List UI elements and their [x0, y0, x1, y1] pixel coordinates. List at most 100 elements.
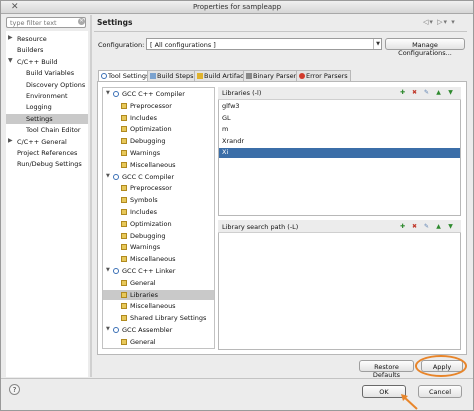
restore-defaults-button[interactable]: Restore Defaults	[359, 360, 414, 379]
properties-dialog: ✕ Properties for sampleapp ✕ ▶ Resource Bu…	[0, 0, 474, 411]
filter-input[interactable]	[6, 17, 86, 28]
move-path-down-icon[interactable]: ▼	[447, 223, 454, 230]
tool-node-label: Debugging	[130, 137, 166, 146]
tool-node-label: Optimization	[130, 219, 172, 228]
move-up-icon[interactable]: ▲	[435, 89, 442, 96]
move-path-up-icon[interactable]: ▲	[435, 223, 442, 230]
expanded-triangle-icon[interactable]: ▼	[106, 267, 110, 273]
option-icon	[121, 102, 127, 109]
page-title: Settings	[97, 18, 133, 27]
nav-item-label: Discovery Options	[26, 80, 86, 89]
error-icon	[299, 73, 305, 79]
clear-filter-icon[interactable]: ✕	[78, 18, 85, 25]
option-icon	[121, 338, 127, 345]
expanded-triangle-icon[interactable]: ▼	[106, 326, 110, 332]
option-node[interactable]: General	[103, 278, 214, 288]
delete-path-icon[interactable]: ✖	[411, 223, 418, 230]
collapsed-triangle-icon[interactable]: ▶	[8, 137, 13, 144]
nav-item[interactable]: Builders	[6, 45, 88, 55]
option-icon	[121, 150, 127, 156]
library-item[interactable]: GL	[219, 114, 460, 124]
option-icon	[121, 279, 127, 286]
nav-item-label: Environment	[26, 92, 68, 100]
tab-label: Build Artifact	[204, 72, 247, 80]
tab-error-parsers[interactable]: Error Parsers	[296, 70, 351, 81]
chevron-down-icon[interactable]: ▼	[373, 39, 382, 49]
option-node[interactable]: Optimization	[103, 219, 214, 229]
tab-build-artifact[interactable]: Build Artifact	[194, 70, 250, 81]
nav-item[interactable]: Logging	[6, 102, 88, 112]
expanded-triangle-icon[interactable]: ▼	[106, 173, 110, 179]
library-item[interactable]: Xrandr	[219, 137, 460, 147]
option-icon	[121, 185, 127, 192]
option-icon	[121, 126, 127, 133]
nav-item[interactable]: Settings	[6, 113, 88, 124]
tool-node[interactable]: ▼ GCC Assembler	[103, 325, 214, 335]
tab-build-steps[interactable]: Build Steps	[147, 70, 197, 81]
library-item[interactable]: m	[219, 125, 460, 135]
option-node[interactable]: Warnings	[103, 242, 214, 252]
library-item[interactable]: glfw3	[219, 102, 460, 112]
option-node[interactable]: Miscellaneous	[103, 301, 214, 311]
nav-item[interactable]: Project References	[6, 148, 88, 158]
tool-node-label: General	[130, 278, 156, 287]
expanded-triangle-icon[interactable]: ▼	[8, 57, 13, 64]
help-icon[interactable]: ?	[9, 384, 20, 395]
tool-node[interactable]: ▼ GCC C++ Linker	[103, 266, 214, 276]
nav-item-label: Resource	[17, 35, 47, 43]
tool-node-label: Preprocessor	[130, 101, 172, 110]
history-nav-icons[interactable]: ◁▾ ▷▾ ▾	[423, 18, 456, 26]
expanded-triangle-icon[interactable]: ▼	[106, 90, 110, 96]
option-node[interactable]: Miscellaneous	[103, 160, 214, 170]
tab-binary-parsers[interactable]: Binary Parsers	[243, 70, 303, 81]
option-node[interactable]: Warnings	[103, 148, 214, 158]
tool-node[interactable]: ▼ GCC C++ Compiler	[103, 89, 214, 99]
title-bar: ✕ Properties for sampleapp	[1, 1, 473, 14]
option-node[interactable]: Preprocessor	[103, 183, 214, 193]
nav-item-label: Logging	[26, 103, 52, 112]
nav-item[interactable]: ▼ C/C++ Build	[6, 57, 88, 67]
gear-icon	[113, 327, 119, 333]
option-node[interactable]: Includes	[103, 113, 214, 123]
nav-item[interactable]: Environment	[6, 91, 88, 101]
nav-item[interactable]: ▶ C/C++ General	[6, 137, 88, 147]
cancel-button[interactable]: Cancel	[418, 385, 462, 398]
option-node[interactable]: Libraries	[103, 289, 214, 300]
tab-label: Tool Settings	[108, 72, 150, 80]
nav-item-label: Project References	[17, 149, 78, 157]
option-node[interactable]: Debugging	[103, 231, 214, 241]
edit-icon[interactable]: ✎	[423, 89, 430, 96]
option-node[interactable]: Optimization	[103, 124, 214, 134]
option-node[interactable]: Shared Library Settings	[103, 313, 214, 323]
nav-item[interactable]: Build Variables	[6, 68, 88, 78]
build-steps-icon	[150, 73, 156, 79]
manage-configurations-button[interactable]: Manage Configurations...	[385, 38, 465, 57]
option-node[interactable]: Symbols	[103, 195, 214, 205]
nav-item[interactable]: Run/Debug Settings	[6, 159, 88, 169]
nav-item[interactable]: Tool Chain Editor	[6, 125, 88, 135]
library-item[interactable]: Xi	[219, 148, 460, 159]
add-icon[interactable]: ✚	[399, 89, 406, 96]
edit-path-icon[interactable]: ✎	[423, 223, 430, 230]
option-node[interactable]: Miscellaneous	[103, 254, 214, 264]
option-node[interactable]: Debugging	[103, 136, 214, 146]
add-path-icon[interactable]: ✚	[399, 223, 406, 230]
collapsed-triangle-icon[interactable]: ▶	[8, 34, 13, 41]
move-down-icon[interactable]: ▼	[447, 89, 454, 96]
header-divider	[94, 31, 467, 32]
tab-label: Build Steps	[157, 72, 194, 80]
binary-icon	[246, 73, 252, 79]
splitter[interactable]	[90, 15, 92, 377]
tool-node[interactable]: ▼ GCC C Compiler	[103, 172, 214, 182]
configuration-select[interactable]: [ All configurations ]	[146, 38, 382, 50]
nav-item[interactable]: ▶ Resource	[6, 34, 88, 44]
nav-item-label: C/C++ Build	[17, 57, 58, 66]
option-node[interactable]: Preprocessor	[103, 101, 214, 111]
option-icon	[121, 209, 127, 215]
delete-icon[interactable]: ✖	[411, 89, 418, 96]
option-node[interactable]: General	[103, 337, 214, 347]
option-node[interactable]: Includes	[103, 207, 214, 217]
tool-node-label: Optimization	[130, 125, 172, 134]
nav-item-label: C/C++ General	[17, 137, 67, 146]
nav-item[interactable]: Discovery Options	[6, 80, 88, 90]
